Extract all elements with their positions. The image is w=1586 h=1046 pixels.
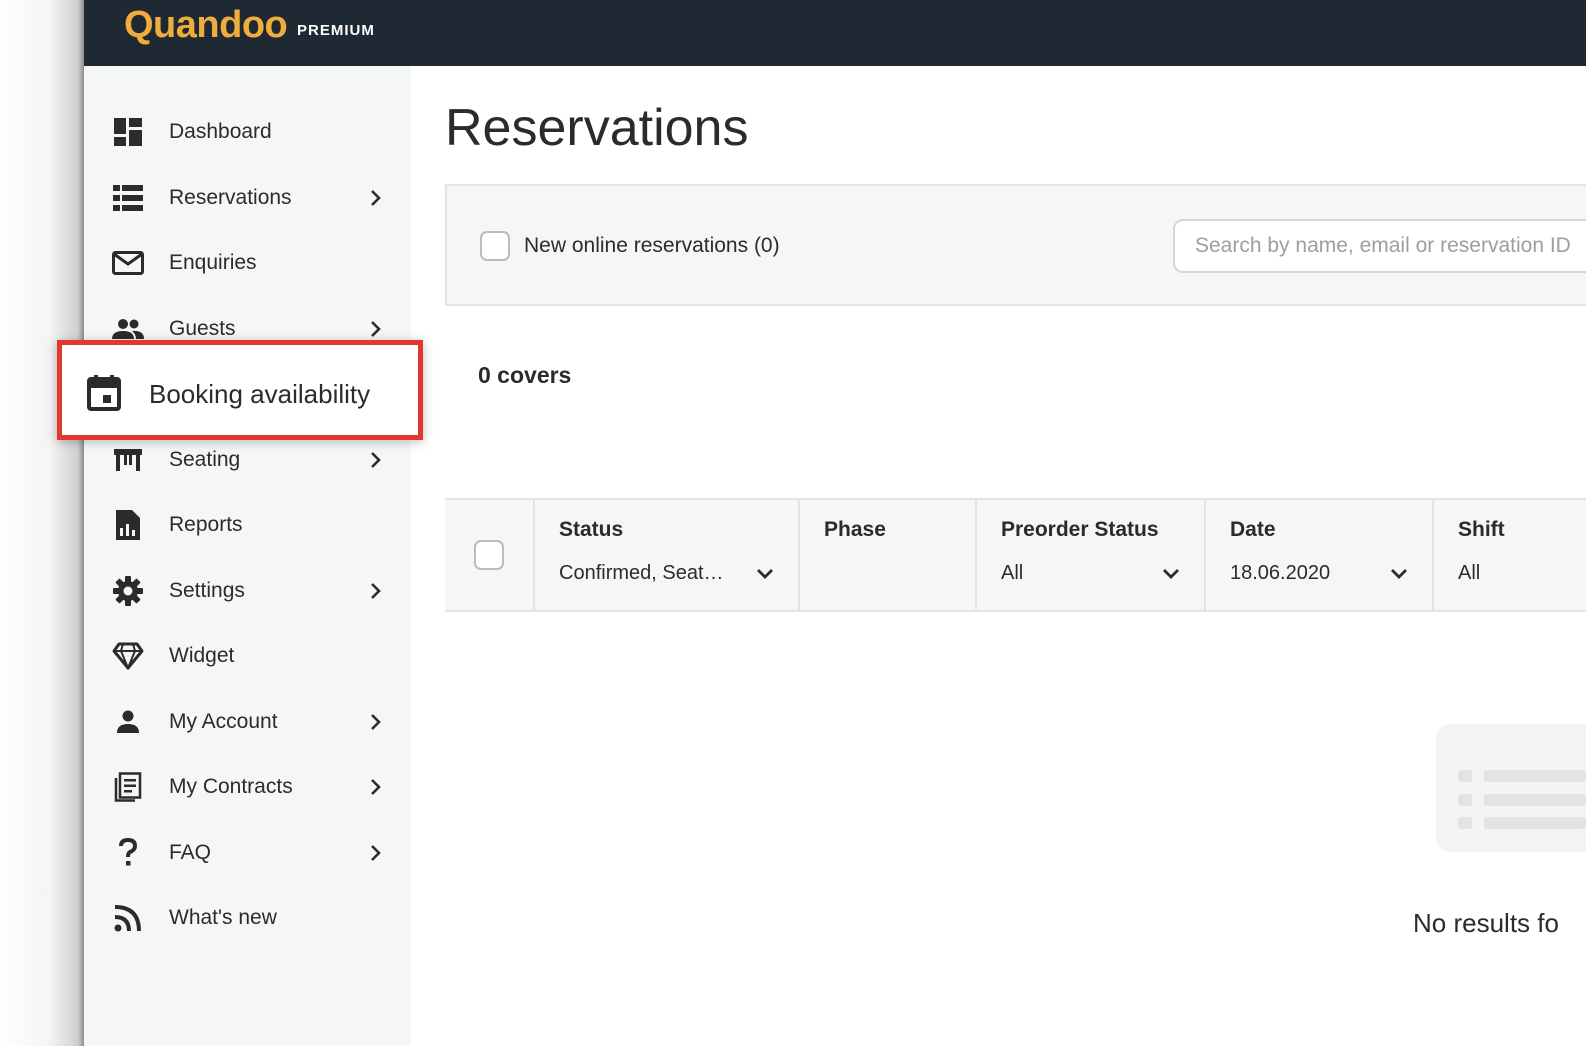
sidebar-item-label: Seating	[169, 448, 241, 471]
column-title-phase: Phase	[824, 518, 886, 541]
column-divider	[533, 500, 535, 610]
filter-panel: New online reservations (0)	[445, 184, 1586, 306]
sidebar-item-label: Reservations	[169, 186, 292, 209]
sidebar-item-my-contracts[interactable]: My Contracts	[84, 759, 411, 815]
chevron-right-icon	[366, 188, 386, 208]
date-filter-value[interactable]: 18.06.2020	[1230, 562, 1330, 585]
sidebar-item-label: Settings	[169, 579, 245, 602]
diamond-icon	[112, 640, 144, 672]
quandoo-logo[interactable]: Quandoo	[124, 4, 288, 47]
chevron-right-icon	[366, 777, 386, 797]
shift-filter-value[interactable]: All	[1458, 562, 1480, 585]
gear-icon	[112, 575, 144, 607]
new-online-reservations-label: New online reservations (0)	[524, 234, 780, 257]
document-icon	[112, 771, 144, 803]
sidebar-item-widget[interactable]: Widget	[84, 628, 411, 684]
report-icon	[112, 509, 144, 541]
sidebar-item-label: Widget	[169, 644, 235, 667]
status-filter-value[interactable]: Confirmed, Seat…	[559, 562, 724, 585]
covers-count: 0 covers	[478, 362, 572, 388]
sidebar-item-enquiries[interactable]: Enquiries	[84, 235, 411, 291]
column-divider	[975, 500, 977, 610]
sidebar-item-dashboard[interactable]: Dashboard	[84, 104, 411, 160]
sidebar-item-faq[interactable]: FAQ	[84, 825, 411, 881]
new-online-reservations-checkbox[interactable]	[480, 231, 510, 261]
column-title-preorder-status: Preorder Status	[1001, 518, 1159, 541]
chevron-down-icon[interactable]	[1161, 564, 1181, 584]
person-icon	[112, 706, 144, 738]
column-divider	[1432, 500, 1434, 610]
table-icon	[112, 444, 144, 476]
column-title-shift: Shift	[1458, 518, 1505, 541]
chevron-right-icon	[366, 450, 386, 470]
column-divider	[798, 500, 800, 610]
sidebar-item-whats-new[interactable]: What's new	[84, 890, 411, 946]
premium-badge: PREMIUM	[297, 22, 375, 39]
reservations-table-header: Status Confirmed, Seat… Phase Preorder S…	[445, 498, 1586, 612]
chevron-down-icon[interactable]	[1389, 564, 1409, 584]
preorder-status-filter-value[interactable]: All	[1001, 562, 1023, 585]
sidebar-item-my-account[interactable]: My Account	[84, 694, 411, 750]
column-title-status: Status	[559, 518, 624, 541]
sidebar-item-seating[interactable]: Seating	[84, 432, 411, 488]
chevron-right-icon	[366, 712, 386, 732]
sidebar-item-label: Reports	[169, 513, 243, 536]
page-title: Reservations	[445, 99, 749, 157]
chevron-right-icon	[366, 843, 386, 863]
calendar-icon	[86, 375, 122, 411]
sidebar-item-label: Guests	[169, 317, 236, 340]
sidebar-item-label: What's new	[169, 906, 277, 929]
dashboard-icon	[112, 116, 144, 148]
chevron-right-icon	[366, 319, 386, 339]
sidebar-item-reports[interactable]: Reports	[84, 497, 411, 553]
sidebar-item-booking-availability[interactable]: Booking availability	[57, 340, 423, 440]
sidebar-item-label: FAQ	[169, 841, 212, 864]
empty-list-illustration	[1436, 724, 1586, 852]
question-icon	[112, 837, 144, 869]
sidebar-item-label: My Contracts	[169, 775, 293, 798]
sidebar-item-label: Booking availability	[149, 379, 371, 409]
list-icon	[112, 182, 144, 214]
app-window: Quandoo PREMIUM Dashboard Reservations E…	[84, 0, 1586, 1046]
mail-icon	[112, 247, 144, 279]
empty-state-message: No results fo	[1413, 908, 1559, 938]
search-input[interactable]	[1173, 219, 1586, 273]
sidebar: Dashboard Reservations Enquiries Guests	[84, 66, 411, 1046]
select-all-checkbox[interactable]	[474, 540, 504, 570]
top-bar: Quandoo PREMIUM	[84, 0, 1586, 66]
chevron-down-icon[interactable]	[755, 564, 775, 584]
sidebar-item-label: Dashboard	[169, 120, 272, 143]
chevron-right-icon	[366, 581, 386, 601]
sidebar-item-settings[interactable]: Settings	[84, 563, 411, 619]
sidebar-item-label: My Account	[169, 710, 278, 733]
sidebar-item-label: Enquiries	[169, 251, 257, 274]
column-title-date: Date	[1230, 518, 1276, 541]
window-outer-margin	[0, 0, 84, 1046]
sidebar-item-reservations[interactable]: Reservations	[84, 170, 411, 226]
rss-icon	[112, 902, 144, 934]
column-divider	[1204, 500, 1206, 610]
